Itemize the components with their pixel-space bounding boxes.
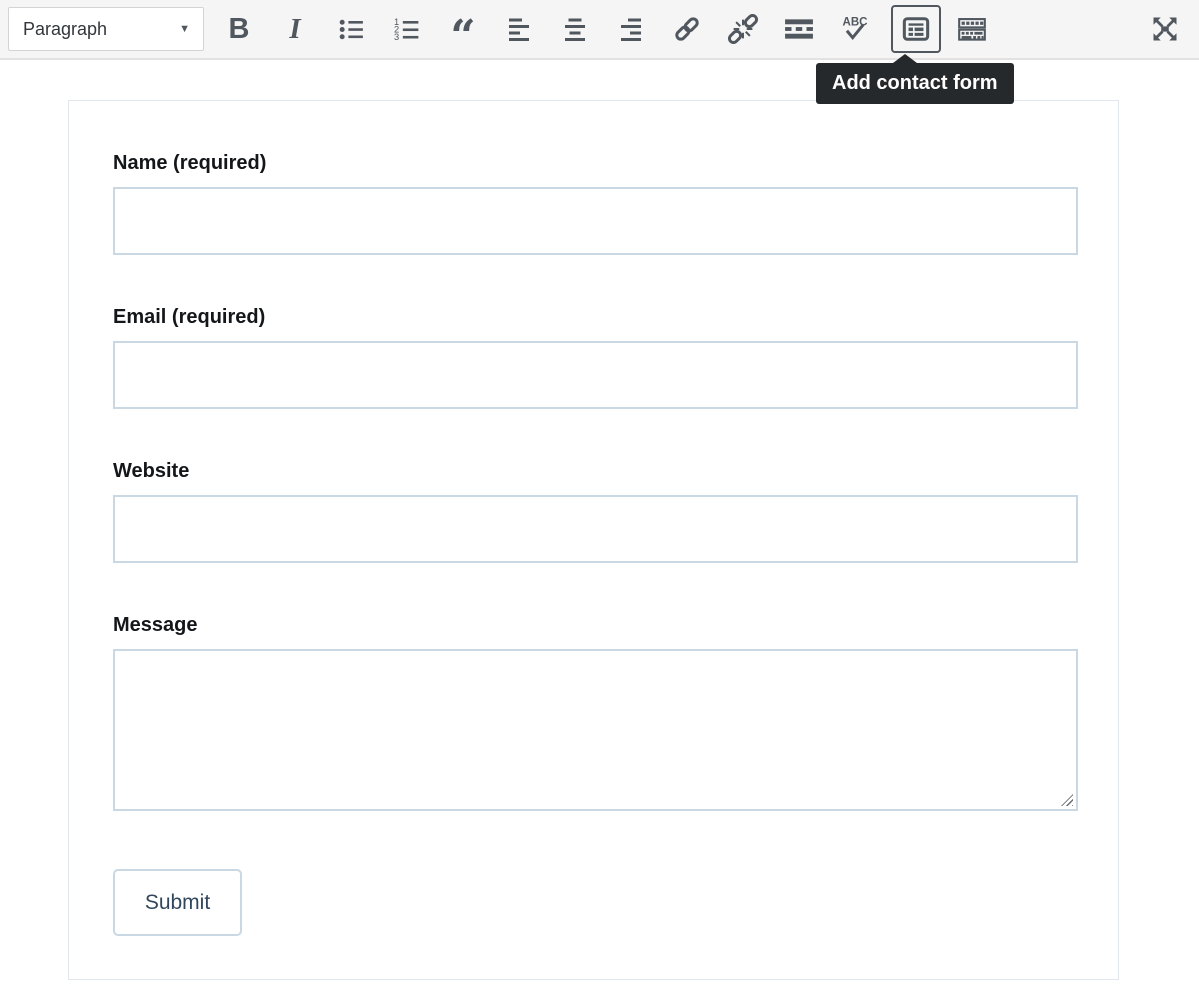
fullscreen-button[interactable] [1143, 7, 1187, 51]
wordpress-classic-editor: Paragraph ▼ B I 1 2 3 “ [0, 0, 1199, 992]
keyboard-shortcuts-button[interactable] [944, 7, 1000, 51]
website-field[interactable] [113, 495, 1078, 563]
align-center-icon [561, 15, 589, 43]
unlink-icon [728, 14, 758, 44]
italic-button[interactable]: I [267, 7, 323, 51]
align-center-button[interactable] [547, 7, 603, 51]
tooltip-add-contact-form: Add contact form [816, 63, 1014, 104]
svg-text:ABC: ABC [843, 17, 868, 29]
tooltip-label: Add contact form [832, 72, 998, 95]
name-field[interactable] [113, 187, 1078, 255]
email-field[interactable] [113, 341, 1078, 409]
field-label-email: Email (required) [113, 305, 1074, 329]
bold-button[interactable]: B [211, 7, 267, 51]
spellcheck-icon: ABC [840, 15, 870, 43]
bold-icon: B [229, 15, 250, 44]
keyboard-icon [957, 15, 987, 43]
bulleted-list-button[interactable] [323, 7, 379, 51]
spellcheck-button[interactable]: ABC [827, 7, 883, 51]
italic-icon: I [289, 15, 300, 44]
message-field-wrap [113, 649, 1078, 811]
editor-toolbar: Paragraph ▼ B I 1 2 3 “ [0, 0, 1199, 60]
contact-form-preview: Name (required) Email (required) Website… [68, 100, 1119, 980]
tooltip-arrow [893, 54, 917, 63]
field-label-message: Message [113, 613, 1074, 637]
link-icon [672, 14, 702, 44]
insert-link-button[interactable] [659, 7, 715, 51]
remove-link-button[interactable] [715, 7, 771, 51]
fullscreen-icon [1150, 14, 1180, 44]
blockquote-icon: “ [450, 12, 475, 46]
align-left-icon [505, 15, 533, 43]
submit-button[interactable]: Submit [113, 869, 242, 936]
read-more-icon [784, 16, 814, 42]
paragraph-format-dropdown[interactable]: Paragraph ▼ [8, 7, 204, 51]
field-label-website: Website [113, 459, 1074, 483]
message-field[interactable] [113, 649, 1078, 811]
contact-form-icon [902, 15, 930, 43]
field-label-name: Name (required) [113, 151, 1074, 175]
align-right-icon [617, 15, 645, 43]
blockquote-button[interactable]: “ [435, 7, 491, 51]
svg-text:3: 3 [394, 31, 399, 41]
numbered-list-button[interactable]: 1 2 3 [379, 7, 435, 51]
add-contact-form-button[interactable] [891, 5, 941, 53]
numbered-list-icon: 1 2 3 [393, 15, 422, 44]
insert-read-more-button[interactable] [771, 7, 827, 51]
align-left-button[interactable] [491, 7, 547, 51]
chevron-down-icon: ▼ [179, 23, 190, 35]
bulleted-list-icon [337, 15, 366, 44]
align-right-button[interactable] [603, 7, 659, 51]
format-dropdown-value: Paragraph [23, 19, 107, 40]
